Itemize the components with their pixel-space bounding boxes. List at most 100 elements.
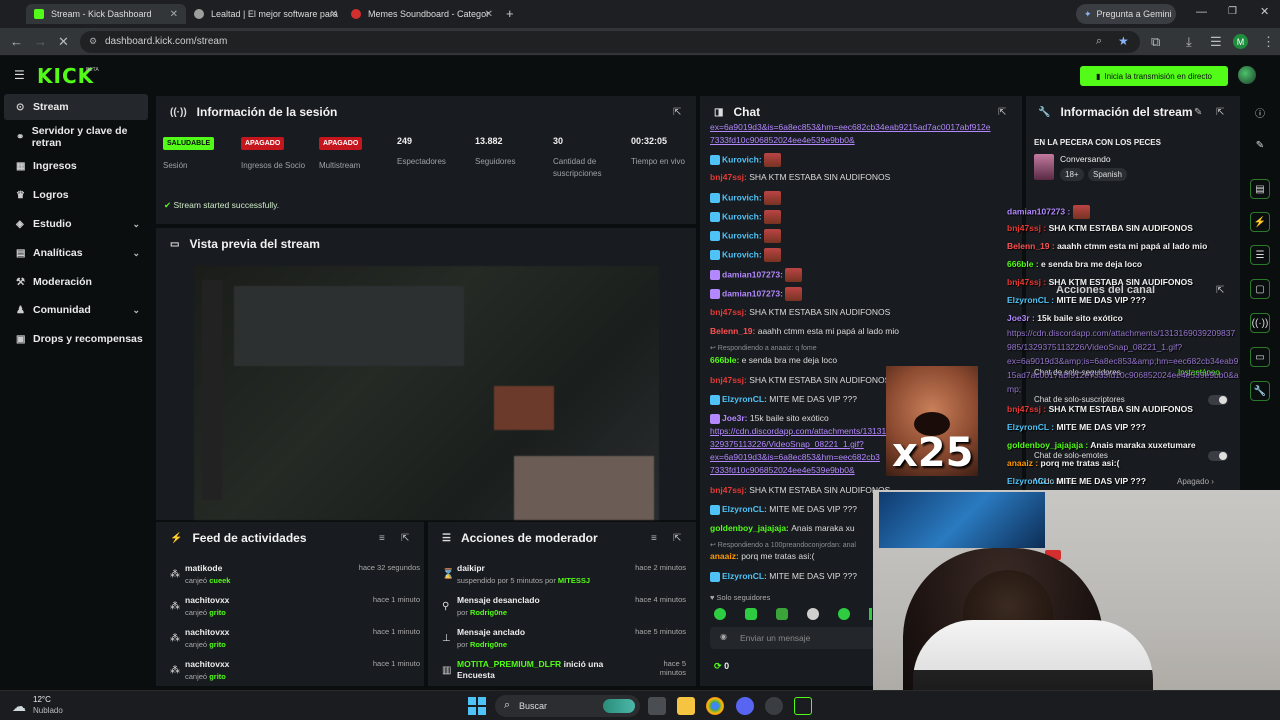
- extensions-icon[interactable]: ⧉: [1151, 34, 1160, 50]
- emote-icon[interactable]: [745, 608, 757, 620]
- task-view-icon[interactable]: [648, 697, 666, 715]
- chat-link[interactable]: ex=6a9019d3&is=6a8ec853&hm=eec682cb34eab…: [710, 122, 991, 132]
- mod-action-user[interactable]: MOTITA_PREMIUM_DLFR: [457, 659, 561, 669]
- address-bar[interactable]: ⚙ dashboard.kick.com/stream ⌕ ★: [80, 31, 1140, 53]
- back-icon[interactable]: ←: [10, 34, 23, 49]
- popout-icon[interactable]: ⇱: [1216, 285, 1224, 296]
- filter-icon[interactable]: ≡: [651, 533, 657, 544]
- chat-username[interactable]: Kurovich:: [722, 154, 764, 164]
- new-tab-button[interactable]: +: [506, 6, 514, 21]
- emote-icon[interactable]: [838, 608, 850, 620]
- monitor-icon[interactable]: ▭: [1250, 347, 1270, 367]
- user-avatar[interactable]: [1238, 66, 1256, 84]
- sidebar-item-server[interactable]: ⚭ Servidor y clave de retran: [4, 124, 148, 150]
- broadcast-icon[interactable]: ((·)): [1250, 313, 1270, 333]
- profile-avatar[interactable]: M: [1233, 34, 1248, 49]
- close-tab-icon[interactable]: ✕: [330, 9, 338, 20]
- popout-icon[interactable]: ⇱: [673, 533, 681, 544]
- minimize-button[interactable]: —: [1196, 6, 1207, 18]
- chat-input[interactable]: ◉ Enviar un mensaje: [710, 627, 875, 649]
- maximize-button[interactable]: ❐: [1228, 6, 1237, 17]
- sidebar-item-stream[interactable]: ⊙ Stream: [4, 94, 148, 120]
- kick-app-icon[interactable]: [794, 697, 812, 715]
- chat-username[interactable]: bnj47ssj:: [710, 307, 749, 317]
- filter-icon[interactable]: ≡: [379, 533, 385, 544]
- chat-icon[interactable]: ▢: [1250, 279, 1270, 299]
- feed-user[interactable]: nachitovxx: [185, 627, 229, 637]
- sidebar-item-revenue[interactable]: ▦ Ingresos: [4, 153, 148, 179]
- smiley-icon[interactable]: ◉: [720, 632, 727, 641]
- pencil-icon[interactable]: ✎: [1250, 135, 1270, 155]
- emote-icon[interactable]: [776, 608, 788, 620]
- weather-temp[interactable]: 12°C: [33, 695, 51, 704]
- tab-kick-dashboard[interactable]: Stream - Kick Dashboard ✕: [26, 4, 186, 24]
- chat-username[interactable]: anaaiz:: [710, 551, 741, 561]
- chat-username[interactable]: ElzyronCL:: [722, 571, 769, 581]
- edit-icon[interactable]: ✎: [1194, 107, 1202, 118]
- taskbar-search[interactable]: ⌕ Buscar: [495, 695, 640, 717]
- media-icon[interactable]: ☰: [1210, 34, 1222, 50]
- subscribers-only-toggle[interactable]: [1208, 395, 1228, 405]
- chat-username[interactable]: ElzyronCL:: [722, 394, 769, 404]
- chat-link[interactable]: 329375113226/VideoSnap_08221_1.gif?: [710, 439, 864, 449]
- chat-link[interactable]: 7333fd10c906852024ee4e539e9bb0&: [710, 135, 855, 145]
- close-tab-icon[interactable]: ✕: [485, 9, 493, 20]
- app-icon[interactable]: [765, 697, 783, 715]
- layout-icon[interactable]: ▤: [1250, 179, 1270, 199]
- download-icon[interactable]: ⤓: [1186, 34, 1192, 50]
- emote-icon[interactable]: [807, 608, 819, 620]
- chat-username[interactable]: 666ble:: [710, 355, 742, 365]
- discord-icon[interactable]: [736, 697, 754, 715]
- go-live-button[interactable]: ▮ Inicia la transmisión en directo: [1080, 66, 1228, 86]
- popout-icon[interactable]: ⇱: [673, 107, 681, 118]
- chat-username[interactable]: Kurovich:: [722, 211, 764, 221]
- feed-user[interactable]: matikode: [185, 563, 222, 573]
- slow-mode-value[interactable]: Apagado ›: [1177, 477, 1214, 486]
- tab-lealtad[interactable]: Lealtad | El mejor software para ✕: [186, 4, 346, 24]
- sidebar-item-studio[interactable]: ◈ Estudio ⌄: [4, 211, 148, 237]
- chat-username[interactable]: Belenn_19:: [710, 326, 758, 336]
- chat-username[interactable]: Joe3r:: [722, 413, 750, 423]
- popout-icon[interactable]: ⇱: [998, 107, 1006, 118]
- mod-action-title[interactable]: daikipr: [457, 563, 485, 573]
- emote-icon[interactable]: [714, 608, 726, 620]
- chat-username[interactable]: Kurovich:: [722, 249, 764, 259]
- forward-icon[interactable]: →: [34, 34, 47, 49]
- chrome-icon[interactable]: [706, 697, 724, 715]
- close-tab-icon[interactable]: ✕: [170, 9, 178, 20]
- stream-category[interactable]: Conversando: [1060, 154, 1111, 164]
- browser-menu-icon[interactable]: ⋮: [1262, 34, 1275, 50]
- info-icon[interactable]: ⓘ: [1250, 102, 1270, 122]
- emotes-only-toggle[interactable]: [1208, 451, 1228, 461]
- stop-loading-icon[interactable]: ✕: [58, 34, 69, 50]
- chat-username[interactable]: Kurovich:: [722, 192, 764, 202]
- file-explorer-icon[interactable]: [677, 697, 695, 715]
- chat-username[interactable]: damian107273:: [722, 269, 785, 279]
- lightning-icon[interactable]: ⚡: [1250, 212, 1270, 232]
- chat-username[interactable]: bnj47ssj:: [710, 485, 749, 495]
- bookmark-star-icon[interactable]: ★: [1118, 34, 1129, 48]
- chat-link[interactable]: ex=6a9019d3&is=6a8ec853&hm=eec682cb3: [710, 452, 880, 462]
- sidebar-item-achievements[interactable]: ♛ Logros: [4, 182, 148, 208]
- windows-start-icon[interactable]: [468, 697, 486, 715]
- gemini-button[interactable]: ✦ Pregunta a Gemini: [1076, 4, 1176, 24]
- chat-username[interactable]: damian107273:: [722, 288, 785, 298]
- sidebar-item-analytics[interactable]: ▤ Analíticas ⌄: [4, 240, 148, 266]
- chat-link[interactable]: 7333fd10c906852024ee4e539e9bb0&: [710, 465, 855, 475]
- popout-icon[interactable]: ⇱: [401, 533, 409, 544]
- chat-username[interactable]: bnj47ssj:: [710, 375, 749, 385]
- zoom-icon[interactable]: ⌕: [1096, 35, 1102, 48]
- sidebar-item-drops[interactable]: ▣ Drops y recompensas: [4, 326, 148, 352]
- site-info-icon[interactable]: ⚙: [89, 36, 97, 47]
- chat-username[interactable]: goldenboy_jajajaja:: [710, 523, 791, 533]
- wrench-icon[interactable]: 🔧: [1250, 381, 1270, 401]
- emote-icon[interactable]: [869, 608, 872, 620]
- stream-preview-video[interactable]: [194, 266, 659, 520]
- feed-user[interactable]: nachitovxx: [185, 659, 229, 669]
- hamburger-menu-icon[interactable]: ☰: [14, 68, 25, 82]
- sidebar-item-moderation[interactable]: ⚒ Moderación: [4, 269, 148, 295]
- close-window-button[interactable]: ✕: [1260, 5, 1269, 18]
- chat-username[interactable]: Kurovich:: [722, 230, 764, 240]
- chat-username[interactable]: bnj47ssj:: [710, 172, 749, 182]
- list-icon[interactable]: ☰: [1250, 245, 1270, 265]
